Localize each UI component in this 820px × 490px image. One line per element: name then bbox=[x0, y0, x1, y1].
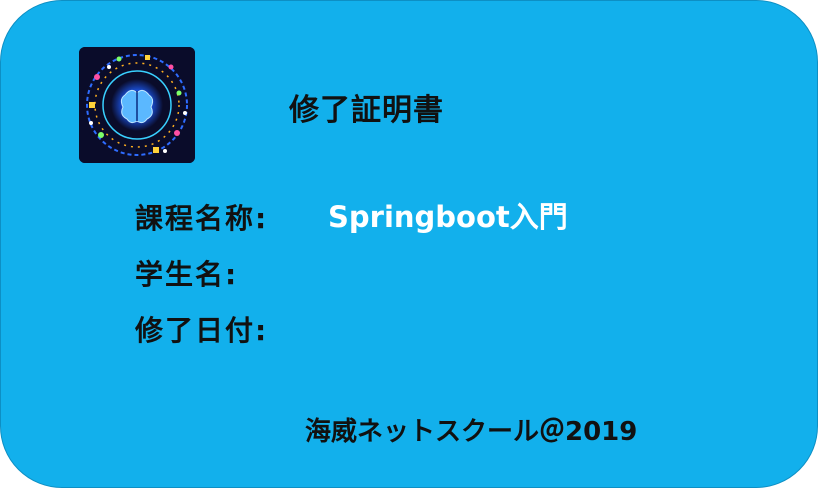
issuer-footer: 海威ネットスクール＠2019 bbox=[305, 417, 638, 447]
course-name-value: Springboot入門 bbox=[328, 200, 568, 234]
certificate-card: 修了証明書 課程名称: Springboot入門 学生名: 修了日付: 海威ネッ… bbox=[0, 0, 818, 488]
completion-date-label: 修了日付: bbox=[135, 314, 269, 347]
course-name-label: 課程名称: bbox=[135, 202, 269, 235]
certificate-title: 修了証明書 bbox=[289, 93, 444, 128]
brain-network-icon bbox=[79, 47, 195, 163]
student-name-label: 学生名: bbox=[135, 258, 239, 291]
